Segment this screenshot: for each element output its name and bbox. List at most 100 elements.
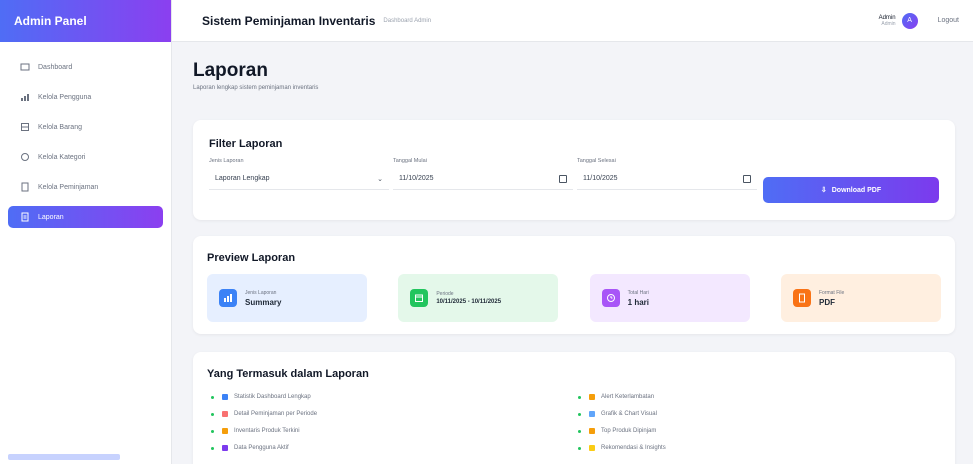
- stat-label: Periode: [436, 291, 454, 297]
- tanggal-mulai-value: 11/10/2025: [399, 175, 434, 182]
- sidebar-item-label: Kelola Peminjaman: [38, 183, 99, 191]
- sidebar-nav: Dashboard Kelola Pengguna Kelola Barang …: [0, 42, 171, 250]
- sidebar-footer-bar: [8, 454, 120, 460]
- bullet-icon: [578, 446, 581, 450]
- list-item-label: Rekomendasi & Insights: [601, 445, 666, 451]
- user-menu: Admin Admin A Logout: [879, 12, 959, 29]
- page-subtitle: Laporan lengkap sistem peminjaman invent…: [193, 85, 319, 91]
- tanggal-mulai-group: Tanggal Mulai 11/10/2025: [393, 158, 573, 190]
- list-item: Alert Keterlambatan: [574, 390, 941, 404]
- list-item: Top Produk Dipinjam: [574, 424, 941, 438]
- stat-value: 10/11/2025 - 10/11/2025: [436, 299, 502, 305]
- bullet-icon: [211, 412, 214, 416]
- stat-jenis-laporan: Jenis Laporan Summary: [207, 274, 367, 322]
- stat-value: Summary: [245, 297, 282, 307]
- sidebar-item-label: Kelola Barang: [38, 123, 82, 131]
- list-item-label: Data Pengguna Aktif: [234, 445, 289, 451]
- stat-label: Total Hari: [627, 289, 649, 296]
- download-icon: ⇩: [820, 187, 827, 194]
- preview-title: Preview Laporan: [207, 252, 296, 264]
- user-role: Admin: [881, 20, 896, 27]
- chart-icon: [219, 289, 237, 307]
- box-icon: [20, 122, 30, 132]
- list-item: Data Pengguna Aktif: [207, 441, 574, 455]
- calendar-icon: [410, 289, 429, 307]
- list-item: Grafik & Chart Visual: [574, 407, 941, 421]
- sidebar-item-label: Laporan: [38, 213, 64, 221]
- jenis-laporan-value: Laporan Lengkap: [215, 175, 270, 182]
- includes-right: Alert Keterlambatan Grafik & Chart Visua…: [574, 390, 941, 458]
- bulb-icon: [589, 445, 595, 451]
- stat-total-hari: Total Hari 1 hari: [589, 274, 750, 322]
- stat-format-file: Format File PDF: [780, 274, 941, 322]
- download-pdf-label: Download PDF: [831, 186, 882, 194]
- sidebar-item-barang[interactable]: Kelola Barang: [8, 116, 163, 138]
- report-icon: [20, 212, 30, 222]
- list-item-label: Inventaris Produk Terkini: [234, 428, 300, 434]
- bullet-icon: [211, 446, 214, 450]
- includes-columns: Statistik Dashboard Lengkap Detail Pemin…: [207, 390, 941, 458]
- tanggal-selesai-label: Tanggal Selesai: [577, 158, 616, 164]
- tanggal-selesai-value: 11/10/2025: [583, 175, 618, 182]
- chart-icon: [589, 411, 595, 417]
- list-item: Detail Peminjaman per Periode: [207, 407, 574, 421]
- trophy-icon: [589, 428, 595, 434]
- list-item: Rekomendasi & Insights: [574, 441, 941, 455]
- clock-icon: [601, 289, 620, 307]
- list-item: Inventaris Produk Terkini: [207, 424, 574, 438]
- app-subtitle: Dashboard Admin: [383, 17, 432, 24]
- sidebar-item-label: Kelola Kategori: [38, 153, 86, 161]
- list-item-label: Top Produk Dipinjam: [601, 428, 657, 434]
- filter-card: Filter Laporan Jenis Laporan Laporan Len…: [193, 120, 955, 220]
- jenis-laporan-select[interactable]: Laporan Lengkap ⌄: [209, 168, 389, 190]
- list-item-label: Alert Keterlambatan: [601, 394, 655, 400]
- calendar-icon[interactable]: [559, 174, 567, 183]
- user-name: Admin: [878, 14, 896, 21]
- stats-icon: [222, 394, 228, 400]
- sidebar-item-peminjaman[interactable]: Kelola Peminjaman: [8, 176, 163, 198]
- file-icon: [792, 289, 811, 307]
- filter-title: Filter Laporan: [209, 138, 283, 150]
- tanggal-selesai-input[interactable]: 11/10/2025: [577, 168, 757, 190]
- sidebar-item-label: Kelola Pengguna: [38, 93, 92, 101]
- includes-title: Yang Termasuk dalam Laporan: [207, 368, 369, 380]
- stat-value: PDF: [818, 297, 835, 307]
- page-title: Laporan: [193, 60, 268, 81]
- bullet-icon: [211, 395, 214, 399]
- brand-title: Admin Panel: [0, 0, 171, 42]
- tanggal-mulai-input[interactable]: 11/10/2025: [393, 168, 573, 190]
- sidebar-item-users[interactable]: Kelola Pengguna: [8, 86, 163, 108]
- tanggal-mulai-label: Tanggal Mulai: [393, 158, 427, 164]
- logout-link[interactable]: Logout: [938, 17, 959, 24]
- sidebar-item-laporan[interactable]: Laporan: [8, 206, 163, 228]
- users-icon: [222, 445, 228, 451]
- user-info: Admin Admin: [879, 15, 896, 27]
- jenis-laporan-group: Jenis Laporan Laporan Lengkap ⌄: [209, 158, 389, 190]
- calendar-icon[interactable]: [743, 174, 751, 183]
- users-icon: [20, 92, 30, 102]
- stat-value: 1 hari: [627, 297, 649, 307]
- preview-stats: Jenis Laporan Summary Periode 10/11/2025…: [207, 274, 941, 322]
- list-icon: [222, 411, 228, 417]
- sidebar-item-kategori[interactable]: Kelola Kategori: [8, 146, 163, 168]
- download-pdf-button[interactable]: ⇩ Download PDF: [763, 177, 939, 203]
- clipboard-icon: [20, 182, 30, 192]
- sidebar-item-label: Dashboard: [38, 63, 73, 71]
- dashboard-icon: [20, 62, 30, 72]
- app-title: Sistem Peminjaman Inventaris: [202, 13, 376, 28]
- list-item-label: Detail Peminjaman per Periode: [234, 411, 318, 417]
- avatar[interactable]: A: [901, 12, 918, 29]
- sidebar-item-dashboard[interactable]: Dashboard: [8, 56, 163, 78]
- list-item-label: Grafik & Chart Visual: [601, 411, 657, 417]
- bullet-icon: [578, 412, 581, 416]
- bullet-icon: [578, 429, 581, 433]
- includes-left: Statistik Dashboard Lengkap Detail Pemin…: [207, 390, 574, 458]
- preview-card: Preview Laporan Jenis Laporan Summary Pe…: [193, 236, 955, 334]
- tag-icon: [20, 152, 30, 162]
- stat-label: Format File: [818, 289, 845, 296]
- alert-icon: [589, 394, 595, 400]
- top-bar: Sistem Peminjaman Inventaris Dashboard A…: [172, 0, 973, 42]
- list-item: Statistik Dashboard Lengkap: [207, 390, 574, 404]
- bullet-icon: [578, 395, 581, 399]
- jenis-laporan-label: Jenis Laporan: [209, 158, 244, 164]
